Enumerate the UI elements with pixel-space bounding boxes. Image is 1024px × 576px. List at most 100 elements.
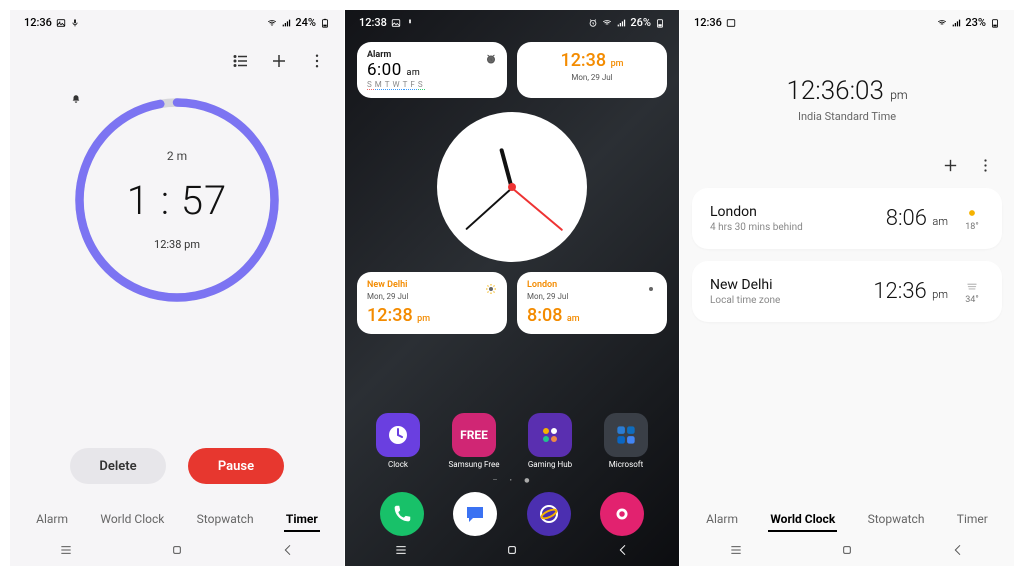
status-time: 12:36 bbox=[24, 16, 52, 29]
digital-date: Mon, 29 Jul bbox=[527, 73, 657, 82]
recents-icon[interactable] bbox=[58, 542, 74, 562]
status-time: 12:36 bbox=[694, 16, 722, 29]
app-microsoft-folder[interactable]: Microsoft bbox=[597, 413, 655, 469]
tab-stopwatch[interactable]: Stopwatch bbox=[195, 508, 256, 532]
alarm-time: 6:00 am bbox=[367, 60, 497, 80]
tab-timer[interactable]: Timer bbox=[284, 508, 320, 532]
more-icon[interactable] bbox=[308, 52, 326, 74]
list-icon[interactable] bbox=[232, 52, 250, 74]
alarm-status-icon bbox=[588, 18, 598, 28]
signal-icon bbox=[281, 18, 291, 28]
second-hand bbox=[511, 187, 563, 231]
back-icon[interactable] bbox=[950, 542, 966, 562]
sun-icon bbox=[965, 206, 979, 220]
app-clock[interactable]: Clock bbox=[369, 413, 427, 469]
phone-timer: 12:36 24% 2 m 1 : 57 12:38 pm bbox=[10, 10, 344, 566]
android-navbar bbox=[10, 538, 344, 566]
tab-alarm[interactable]: Alarm bbox=[34, 508, 70, 532]
tab-stopwatch[interactable]: Stopwatch bbox=[866, 508, 927, 532]
more-icon[interactable] bbox=[977, 157, 994, 178]
picture-icon bbox=[726, 18, 736, 28]
battery-icon bbox=[990, 18, 1000, 28]
add-icon[interactable] bbox=[270, 52, 288, 74]
dock-camera[interactable] bbox=[593, 492, 651, 536]
clock-tabs: Alarm World Clock Stopwatch Timer bbox=[680, 498, 1014, 538]
city-card-london[interactable]: London 4 hrs 30 mins behind 8:06 am 18° bbox=[692, 188, 1002, 249]
pause-button[interactable]: Pause bbox=[188, 448, 284, 484]
timer-duration: 2 m bbox=[167, 149, 187, 163]
battery-icon bbox=[655, 18, 665, 28]
analog-clock-widget[interactable] bbox=[437, 112, 587, 262]
phone-home: 12:38 26% Alarm 6:00 am S M T W T bbox=[344, 10, 679, 566]
clock-tabs: Alarm World Clock Stopwatch Timer bbox=[10, 498, 344, 538]
fog-icon bbox=[965, 279, 979, 293]
page-indicator[interactable]: — • ● bbox=[357, 477, 667, 484]
app-gaming-hub[interactable]: Gaming Hub bbox=[521, 413, 579, 469]
wc-date: Mon, 29 Jul bbox=[367, 292, 497, 301]
status-time: 12:38 bbox=[359, 16, 387, 29]
digital-clock-widget[interactable]: 12:38 pm Mon, 29 Jul bbox=[517, 42, 667, 98]
signal-icon bbox=[616, 18, 626, 28]
alarm-widget[interactable]: Alarm 6:00 am S M T W T F S bbox=[357, 42, 507, 98]
world-clock-widget-2[interactable]: London Mon, 29 Jul 8:08 am bbox=[517, 272, 667, 334]
app-samsung-free[interactable]: FREE Samsung Free bbox=[445, 413, 503, 469]
battery-pct: 23% bbox=[965, 16, 986, 29]
wc-city: London bbox=[527, 280, 657, 290]
mic-icon bbox=[405, 18, 415, 28]
alarm-days: S M T W T F S bbox=[367, 80, 497, 90]
dock-messages[interactable] bbox=[446, 492, 504, 536]
wifi-icon bbox=[937, 18, 947, 28]
picture-icon bbox=[391, 18, 401, 28]
tab-timer[interactable]: Timer bbox=[955, 508, 990, 532]
home-icon[interactable] bbox=[839, 542, 855, 562]
city-offset: 4 hrs 30 mins behind bbox=[710, 222, 886, 233]
city-weather: 18° bbox=[960, 206, 984, 232]
recents-icon[interactable] bbox=[728, 542, 744, 562]
dock-phone[interactable] bbox=[373, 492, 431, 536]
clock-pin bbox=[508, 183, 516, 191]
android-navbar bbox=[345, 538, 679, 566]
city-name: New Delhi bbox=[710, 277, 873, 293]
delete-button[interactable]: Delete bbox=[70, 448, 166, 484]
sun-icon bbox=[645, 280, 657, 292]
back-icon[interactable] bbox=[280, 542, 296, 562]
city-time: 12:36 pm bbox=[873, 279, 948, 304]
sun-icon bbox=[485, 280, 497, 292]
app-row: Clock FREE Samsung Free Gaming Hub Micro… bbox=[357, 413, 667, 469]
signal-icon bbox=[951, 18, 961, 28]
status-bar: 12:36 23% bbox=[680, 10, 1014, 32]
tab-world-clock[interactable]: World Clock bbox=[98, 508, 166, 532]
timer-remaining: 1 : 57 bbox=[127, 177, 227, 224]
wifi-icon bbox=[602, 18, 612, 28]
city-time: 8:06 am bbox=[886, 206, 948, 231]
timezone-label: India Standard Time bbox=[680, 110, 1014, 123]
home-icon[interactable] bbox=[169, 542, 185, 562]
world-clock-widget-1[interactable]: New Delhi Mon, 29 Jul 12:38 pm bbox=[357, 272, 507, 334]
phone-world-clock: 12:36 23% 12:36:03 pm India Standard Tim… bbox=[679, 10, 1014, 566]
alarm-icon bbox=[485, 50, 497, 62]
recents-icon[interactable] bbox=[393, 542, 409, 562]
timer-ring: 2 m 1 : 57 12:38 pm bbox=[71, 94, 283, 306]
alarm-label: Alarm bbox=[367, 50, 497, 60]
wc-time: 12:38 pm bbox=[367, 305, 497, 326]
android-navbar bbox=[680, 538, 1014, 566]
wc-time: 8:08 am bbox=[527, 305, 657, 326]
city-card-new-delhi[interactable]: New Delhi Local time zone 12:36 pm 34° bbox=[692, 261, 1002, 322]
home-icon[interactable] bbox=[504, 542, 520, 562]
world-clock-header: 12:36:03 pm India Standard Time bbox=[680, 76, 1014, 123]
city-name: London bbox=[710, 204, 886, 220]
battery-pct: 24% bbox=[295, 16, 316, 29]
dock bbox=[357, 488, 667, 538]
dock-internet[interactable] bbox=[520, 492, 578, 536]
status-bar: 12:38 26% bbox=[345, 10, 679, 32]
tab-alarm[interactable]: Alarm bbox=[704, 508, 740, 532]
digital-time: 12:38 pm bbox=[527, 50, 657, 71]
wc-date: Mon, 29 Jul bbox=[527, 292, 657, 301]
back-icon[interactable] bbox=[615, 542, 631, 562]
add-icon[interactable] bbox=[942, 157, 959, 178]
timer-end-time: 12:38 pm bbox=[154, 238, 200, 251]
mic-icon bbox=[70, 18, 80, 28]
battery-icon bbox=[320, 18, 330, 28]
tab-world-clock[interactable]: World Clock bbox=[768, 508, 837, 532]
picture-icon bbox=[56, 18, 66, 28]
